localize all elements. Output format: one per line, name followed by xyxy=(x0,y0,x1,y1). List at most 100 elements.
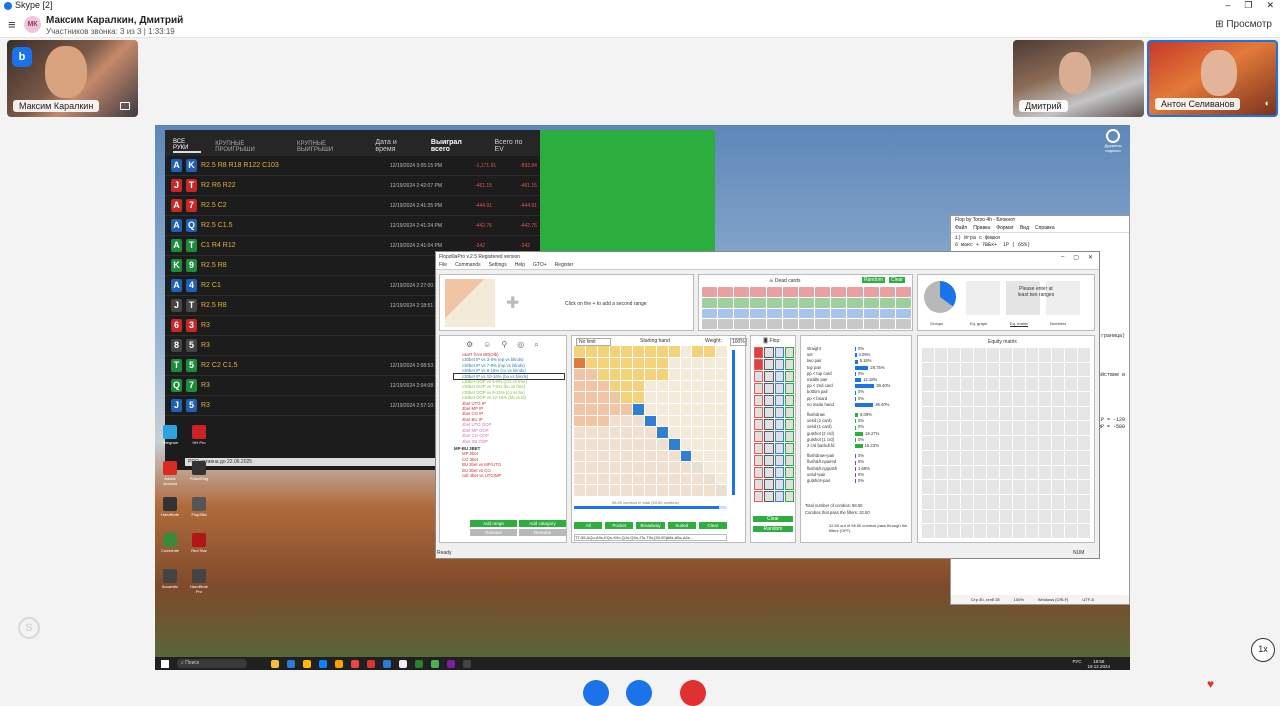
eq-graph-thumb[interactable] xyxy=(966,281,1000,315)
equity-cell[interactable] xyxy=(1000,494,1012,509)
hand-cell[interactable] xyxy=(668,392,680,404)
hand-cell[interactable] xyxy=(680,357,692,369)
flop-card-cell[interactable] xyxy=(754,491,764,502)
taskbar-app-icon[interactable] xyxy=(335,659,343,668)
equity-cell[interactable] xyxy=(1039,465,1051,480)
starting-hand-panel[interactable]: No limit Starting hand Weight: 100% 98.5… xyxy=(571,335,747,543)
limit-select[interactable]: No limit xyxy=(576,338,611,346)
equity-cell[interactable] xyxy=(961,465,973,480)
hand-cell[interactable] xyxy=(704,404,716,415)
hand-cell[interactable] xyxy=(585,450,597,462)
flop-card-cell[interactable] xyxy=(774,419,784,430)
equity-cell[interactable] xyxy=(1065,494,1077,509)
dead-card-cell[interactable] xyxy=(718,287,734,297)
equity-cell[interactable] xyxy=(1039,524,1051,538)
flop-panel[interactable]: 🂠 Flop: Clear Random xyxy=(750,335,796,543)
equity-cell[interactable] xyxy=(1065,524,1077,538)
hand-cell[interactable] xyxy=(645,473,656,485)
flop-card-cell[interactable] xyxy=(764,431,774,442)
hand-cell[interactable] xyxy=(597,392,609,404)
desktop-icon[interactable]: HandNote xyxy=(159,497,181,517)
flop-card-cell[interactable] xyxy=(784,419,794,430)
flop-card-cell[interactable] xyxy=(764,491,774,502)
grid-button[interactable]: Broadway xyxy=(636,522,665,529)
equity-cell[interactable] xyxy=(1065,348,1077,362)
hand-cell[interactable] xyxy=(668,357,680,369)
hand-cell[interactable] xyxy=(680,485,692,496)
hand-cell[interactable] xyxy=(609,450,621,462)
dead-card-cell[interactable] xyxy=(815,297,831,308)
range-thumbnail[interactable] xyxy=(445,279,495,327)
flop-card-cell[interactable] xyxy=(764,347,774,358)
dead-cards-grid[interactable] xyxy=(702,287,911,329)
equity-cell[interactable] xyxy=(1000,406,1012,421)
flop-card-cell[interactable] xyxy=(754,479,764,490)
equity-cell[interactable] xyxy=(1000,465,1012,480)
hand-cell[interactable] xyxy=(597,462,609,473)
hand-cell[interactable] xyxy=(574,392,585,404)
dead-card-cell[interactable] xyxy=(718,297,734,308)
equity-cell[interactable] xyxy=(1078,450,1090,465)
equity-cell[interactable] xyxy=(922,377,934,392)
equity-cell[interactable] xyxy=(1013,362,1025,377)
equity-cell[interactable] xyxy=(1013,348,1025,362)
flop-card-cell[interactable] xyxy=(784,371,794,382)
notepad-menu-item[interactable]: Формат xyxy=(996,225,1014,232)
dead-card-cell[interactable] xyxy=(718,319,734,329)
menu-item[interactable]: Register xyxy=(555,262,574,269)
hand-cell[interactable] xyxy=(609,369,621,380)
menu-item[interactable]: GTO+ xyxy=(533,262,547,269)
hand-cell[interactable] xyxy=(668,380,680,392)
equity-cell[interactable] xyxy=(935,465,947,480)
hand-cell[interactable] xyxy=(585,380,597,392)
equity-cell[interactable] xyxy=(1052,348,1064,362)
hand-cell[interactable] xyxy=(574,415,585,427)
table-row[interactable]: A 7 R2.5 C2 12/19/2024 2:41:35 PM -444.91 -44… xyxy=(165,196,540,216)
dead-card-cell[interactable] xyxy=(831,297,847,308)
menu-item[interactable]: File xyxy=(439,262,447,269)
equity-cell[interactable] xyxy=(1000,392,1012,406)
hand-cell[interactable] xyxy=(574,380,585,392)
equity-cell[interactable] xyxy=(1039,406,1051,421)
hand-cell[interactable] xyxy=(621,450,633,462)
hand-cell[interactable] xyxy=(597,450,609,462)
dead-card-cell[interactable] xyxy=(782,297,798,308)
equity-cell[interactable] xyxy=(935,524,947,538)
equity-cell[interactable] xyxy=(1065,436,1077,450)
hand-cell[interactable] xyxy=(680,438,692,450)
equity-cell[interactable] xyxy=(1078,406,1090,421)
equity-cell[interactable] xyxy=(961,524,973,538)
dead-card-cell[interactable] xyxy=(766,319,782,329)
equity-cell[interactable] xyxy=(974,348,986,362)
equity-cell[interactable] xyxy=(974,509,986,524)
dead-card-cell[interactable] xyxy=(863,287,879,297)
hand-cell[interactable] xyxy=(716,427,727,438)
hand-cell[interactable] xyxy=(574,346,585,357)
dead-card-cell[interactable] xyxy=(863,319,879,329)
column-ev[interactable]: Всего по EV xyxy=(494,139,532,153)
hand-cell[interactable] xyxy=(704,427,716,438)
hand-cell[interactable] xyxy=(633,357,645,369)
hand-cell[interactable] xyxy=(716,346,727,357)
hand-cell[interactable] xyxy=(633,380,645,392)
equity-cell[interactable] xyxy=(922,421,934,436)
equity-cell[interactable] xyxy=(974,406,986,421)
equity-cell[interactable] xyxy=(1026,494,1038,509)
camera-toggle-button[interactable] xyxy=(626,680,652,706)
hand-cell[interactable] xyxy=(645,485,656,496)
equity-cell[interactable] xyxy=(935,406,947,421)
equity-cell[interactable] xyxy=(1052,465,1064,480)
tab-big-losses[interactable]: КРУПНЫЕ ПРОИГРЫШИ xyxy=(215,141,283,153)
equity-cell[interactable] xyxy=(987,377,999,392)
equity-cell[interactable] xyxy=(1078,421,1090,436)
hand-cell[interactable] xyxy=(704,415,716,427)
equity-cell[interactable] xyxy=(935,421,947,436)
dead-card-cell[interactable] xyxy=(766,297,782,308)
equity-cell[interactable] xyxy=(1078,362,1090,377)
hand-cell[interactable] xyxy=(680,369,692,380)
hand-cell[interactable] xyxy=(645,462,656,473)
hand-cell[interactable] xyxy=(585,404,597,415)
hand-cell[interactable] xyxy=(621,392,633,404)
dead-card-cell[interactable] xyxy=(863,297,879,308)
range-action-button[interactable]: Remove xyxy=(470,529,517,536)
